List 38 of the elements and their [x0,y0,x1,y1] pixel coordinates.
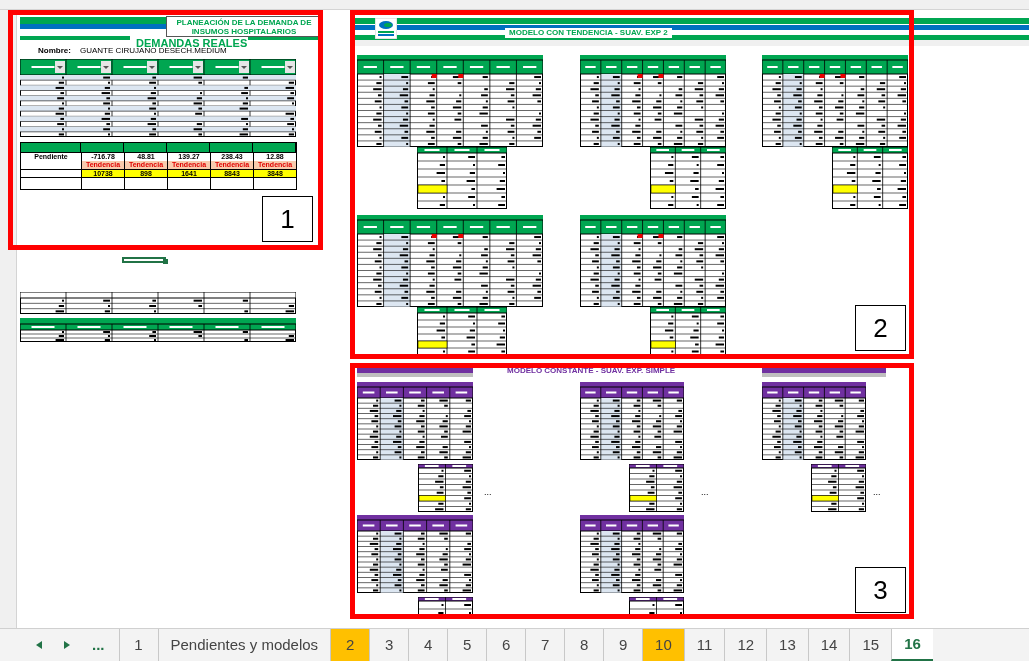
fill-handle[interactable] [163,259,168,264]
ellipsis-text: ... [873,487,881,497]
sheet-tab[interactable]: 7 [525,629,565,661]
model-title: MODELO CON TENDENCIA - SUAV. EXP 2 [505,28,672,38]
section-title: DEMANDAS REALES [136,37,248,49]
sheet-tab[interactable]: 14 [807,629,850,661]
table-drawing [629,597,684,617]
cell-selection[interactable] [122,257,166,263]
ellipsis-text: ... [701,487,709,497]
annotation-label: 2 [855,305,906,351]
sheet-tab[interactable]: 16 [891,629,933,661]
sheet-tab[interactable]: 13 [766,629,808,661]
logo-icon [375,18,397,39]
sheet-tab[interactable]: 4 [408,629,448,661]
table-drawing [418,597,473,617]
model-title: MODELO CONSTANTE - SUAV. EXP. SIMPLE [507,366,676,376]
ellipsis-text: ... [484,487,492,497]
sheet-tab[interactable]: 12 [724,629,767,661]
annotation-label: 3 [855,567,906,613]
table-drawing [811,464,866,512]
sheet-tab[interactable]: 3 [369,629,409,661]
sheet-tab[interactable]: 2 [330,629,370,661]
sheet-tab[interactable]: 6 [486,629,526,661]
sheet-tab[interactable]: 11 [683,629,725,661]
annotation-label: 1 [262,196,313,242]
sheet-tab[interactable]: 8 [564,629,604,661]
sheet-tab[interactable]: 1 [118,629,158,661]
title-text: INSUMOS HOSPITALARIOS [191,26,297,36]
scroll-left-icon[interactable] [36,641,42,649]
name-value: GUANTE CIRUJANO DESECH.MEDIUM [80,46,227,57]
sheet-tab[interactable]: 10 [642,629,684,661]
table-drawing [418,464,473,512]
table-drawing [629,464,684,512]
sheet-tab[interactable]: 5 [447,629,487,661]
title-text: PLANEACIÓN DE LA DEMANDA DE [176,17,312,27]
more-tabs-button[interactable]: ... [92,633,105,657]
name-label: Nombre: [38,45,71,57]
scroll-right-icon[interactable] [64,641,70,649]
